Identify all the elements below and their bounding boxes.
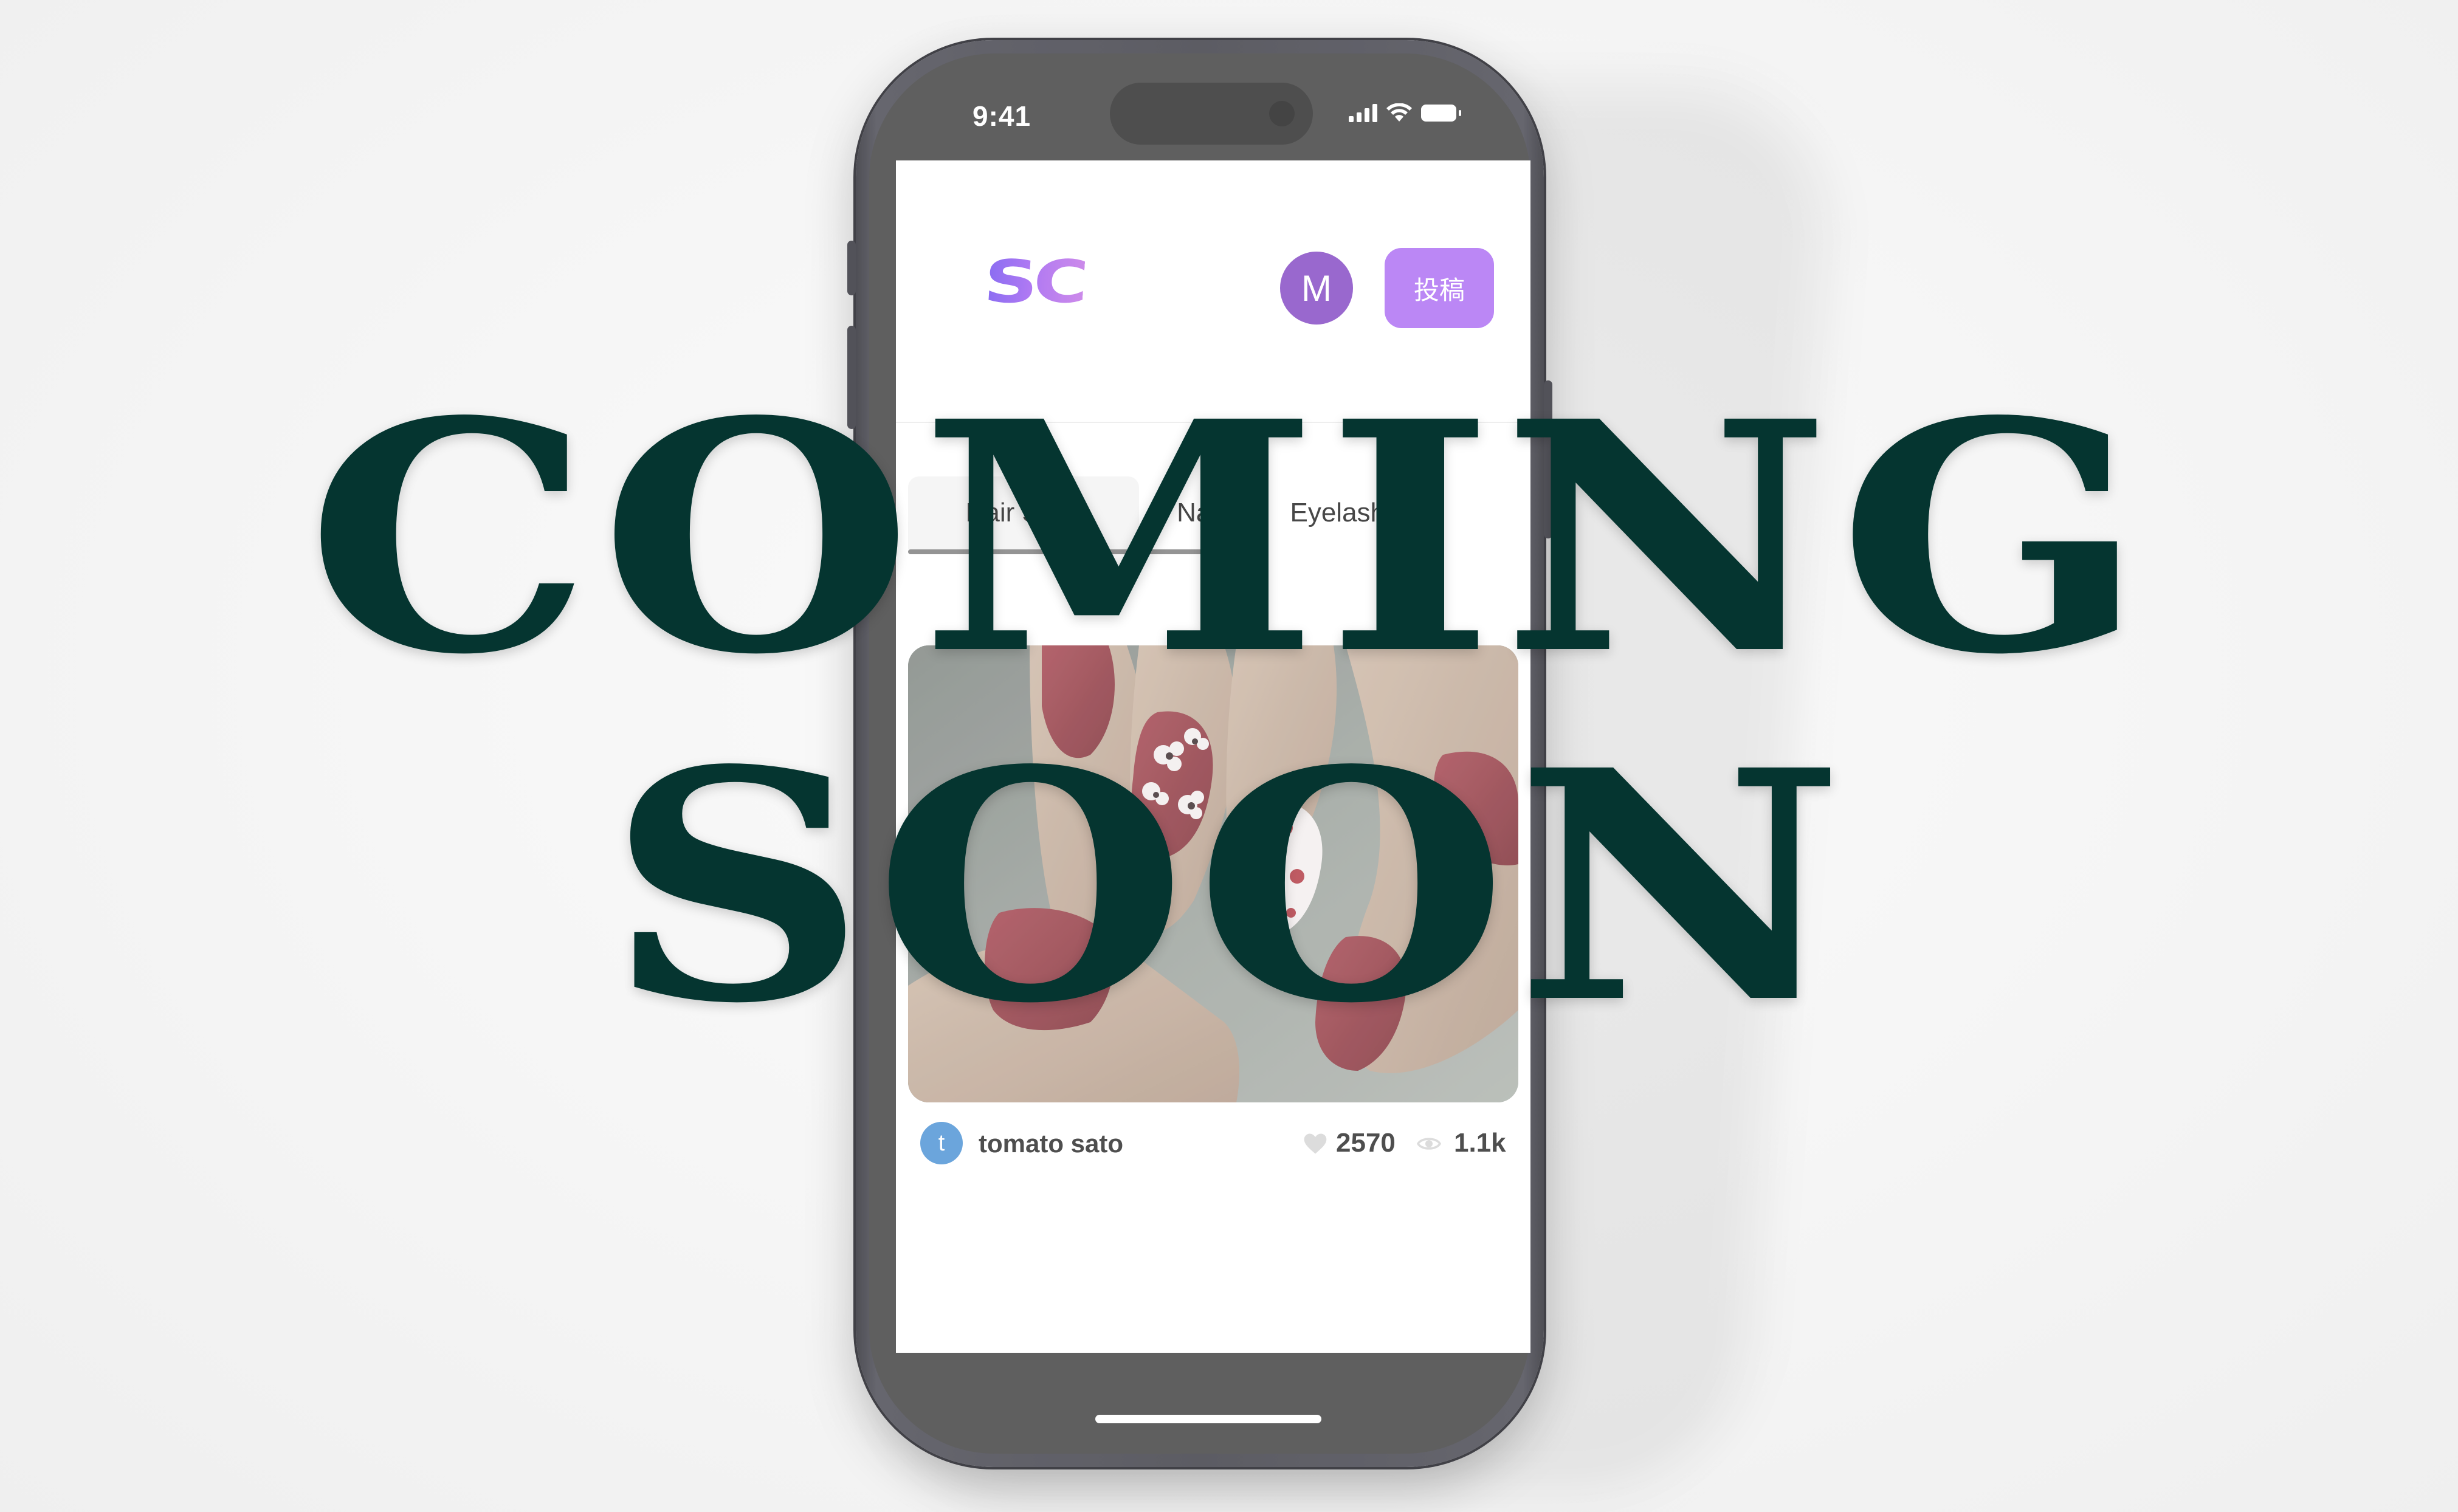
coming-soon-line-2: SOON bbox=[606, 701, 1852, 1073]
mockup-stage: 9:41 SC M 投稿 Hair Style Nail Eyelashes t… bbox=[0, 0, 2458, 1512]
coming-soon-line-1: COMING bbox=[305, 352, 2153, 724]
